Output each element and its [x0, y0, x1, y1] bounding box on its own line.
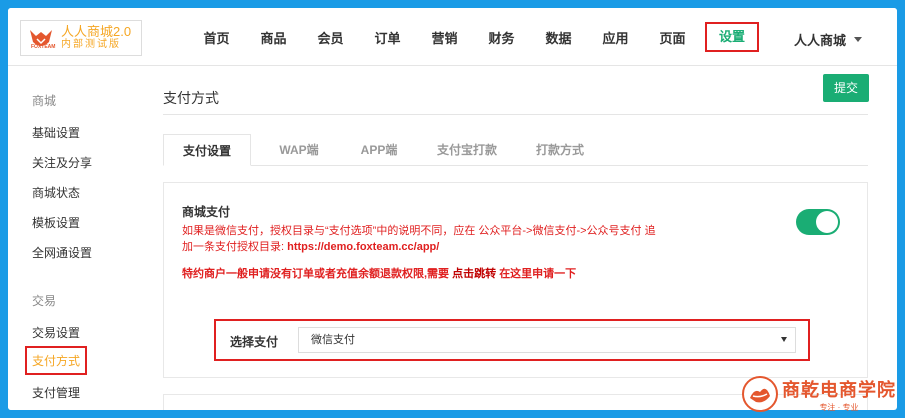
fox-logo-icon: FOXTEAM: [27, 24, 55, 52]
nav-marketing[interactable]: 营销: [416, 28, 473, 47]
logo-subtitle: 内部测试版: [61, 39, 121, 50]
payment-select-row: 选择支付 微信支付: [214, 319, 810, 361]
chevron-down-icon: [854, 37, 863, 42]
tab-payout-method[interactable]: 打款方式: [515, 134, 605, 166]
nav-products[interactable]: 商品: [245, 28, 302, 47]
mall-payment-toggle[interactable]: [796, 209, 840, 235]
payment-panel: 商城支付 如果是微信支付，授权目录与“支付选项”中的说明不同，应在 公众平台->…: [163, 182, 868, 378]
sidebar-item-network-settings[interactable]: 全网通设置: [32, 244, 92, 261]
watermark-title: 商乾电商学院: [782, 379, 896, 401]
sidebar-item-mall-status[interactable]: 商城状态: [32, 184, 80, 201]
payment-select[interactable]: 微信支付: [298, 327, 796, 353]
sidebar-item-trade-settings[interactable]: 交易设置: [32, 324, 80, 341]
app-window: FOXTEAM 人人商城2.0 内部测试版 首页 商品 会员 订单 营销 财务 …: [8, 8, 897, 410]
nav-apps[interactable]: 应用: [587, 28, 644, 47]
main-nav: 首页 商品 会员 订单 营销 财务 数据 应用 页面 设置: [188, 8, 759, 66]
sidebar-item-basic-settings[interactable]: 基础设置: [32, 124, 80, 141]
toggle-knob: [816, 211, 838, 233]
tab-bar: 支付设置 WAP端 APP端 支付宝打款 打款方式: [163, 134, 868, 166]
tab-app[interactable]: APP端: [339, 134, 419, 166]
logo[interactable]: FOXTEAM 人人商城2.0 内部测试版: [20, 20, 142, 56]
payment-description: 如果是微信支付，授权目录与“支付选项”中的说明不同，应在 公众平台->微信支付-…: [182, 223, 662, 255]
nav-settings[interactable]: 设置: [705, 22, 759, 52]
submit-button[interactable]: 提交: [823, 74, 869, 102]
sidebar: 商城 基础设置 关注及分享 商城状态 模板设置 全网通设置 交易 交易设置 支付…: [8, 74, 138, 410]
tab-alipay-payout[interactable]: 支付宝打款: [419, 134, 515, 166]
auth-url: https://demo.foxteam.cc/app/: [287, 241, 440, 253]
sidebar-group-trade: 交易: [32, 294, 57, 308]
sidebar-item-follow-share[interactable]: 关注及分享: [32, 154, 92, 171]
user-name: 人人商城: [794, 33, 847, 48]
page-title: 支付方式: [163, 90, 219, 106]
nav-data[interactable]: 数据: [530, 28, 587, 47]
panel-title: 商城支付: [182, 205, 231, 219]
sidebar-group-mall: 商城: [32, 94, 57, 108]
note-prefix: 特约商户一般申请没有订单或者充值余额退款权限,需要: [182, 268, 450, 280]
tab-wap[interactable]: WAP端: [259, 134, 339, 166]
user-menu[interactable]: 人人商城: [794, 30, 863, 49]
nav-home[interactable]: 首页: [188, 28, 245, 47]
tab-payment-settings[interactable]: 支付设置: [163, 134, 251, 166]
note-suffix: 在这里申请一下: [499, 268, 577, 280]
select-value: 微信支付: [311, 334, 355, 346]
watermark-logo-icon: [742, 376, 778, 412]
top-navbar: FOXTEAM 人人商城2.0 内部测试版 首页 商品 会员 订单 营销 财务 …: [8, 8, 897, 66]
logo-brand: FOXTEAM: [31, 44, 56, 50]
sidebar-item-payment-management[interactable]: 支付管理: [32, 384, 80, 401]
select-label: 选择支付: [230, 335, 279, 349]
sidebar-item-template-settings[interactable]: 模板设置: [32, 214, 80, 231]
dropdown-arrow-icon: [781, 337, 787, 342]
merchant-note: 特约商户一般申请没有订单或者充值余额退款权限,需要 点击跳转 在这里申请一下: [182, 265, 576, 281]
watermark-subtitle: 专注 · 专业: [819, 402, 859, 412]
nav-members[interactable]: 会员: [302, 28, 359, 47]
divider: [163, 114, 868, 115]
nav-orders[interactable]: 订单: [359, 28, 416, 47]
sidebar-item-payment-methods[interactable]: 支付方式: [25, 346, 88, 375]
note-link[interactable]: 点击跳转: [452, 268, 496, 280]
logo-title: 人人商城2.0: [61, 24, 132, 39]
nav-pages[interactable]: 页面: [644, 28, 701, 47]
watermark: 商乾电商学院 专注 · 专业: [742, 372, 902, 416]
nav-finance[interactable]: 财务: [473, 28, 530, 47]
